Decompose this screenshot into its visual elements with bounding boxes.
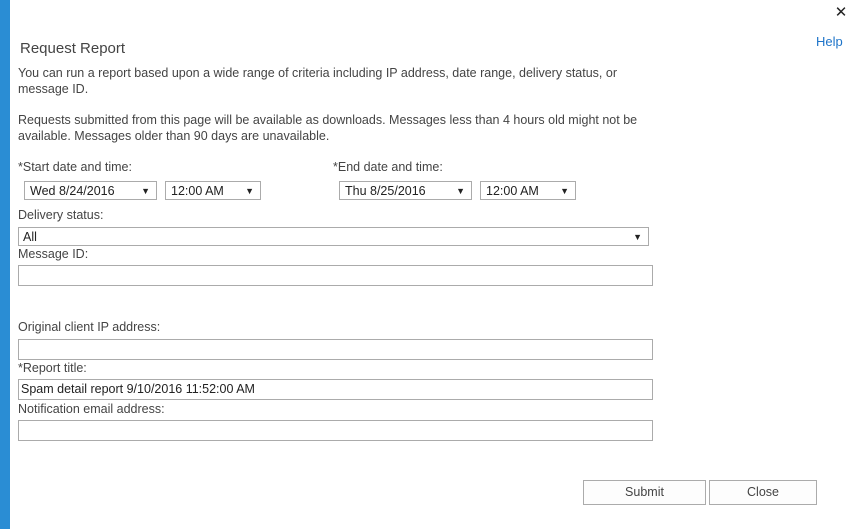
client-ip-label: Original client IP address:: [18, 320, 161, 334]
intro-text: You can run a report based upon a wide r…: [18, 66, 617, 96]
delivery-status-label: Delivery status:: [18, 208, 104, 222]
delivery-status-value: All: [23, 230, 37, 244]
notification-email-input[interactable]: [18, 420, 653, 441]
help-link[interactable]: Help: [816, 34, 843, 49]
chevron-down-icon: ▼: [456, 186, 465, 196]
page-title: Request Report: [20, 40, 126, 57]
close-icon[interactable]: ✕: [833, 4, 849, 22]
end-date-select[interactable]: Thu 8/25/2016 ▼: [339, 181, 472, 200]
chevron-down-icon: ▼: [560, 186, 569, 196]
start-time-select[interactable]: 12:00 AM ▼: [165, 181, 261, 200]
start-time-value: 12:00 AM: [171, 184, 224, 198]
delivery-status-select[interactable]: All ▼: [18, 227, 649, 246]
report-title-label: *Report title:: [18, 361, 87, 375]
close-button[interactable]: Close: [709, 480, 817, 505]
message-id-label: Message ID:: [18, 247, 89, 261]
start-date-value: Wed 8/24/2016: [30, 184, 115, 198]
chevron-down-icon: ▼: [141, 186, 150, 196]
end-time-select[interactable]: 12:00 AM ▼: [480, 181, 576, 200]
notification-email-label: Notification email address:: [18, 402, 165, 416]
report-title-input[interactable]: Spam detail report 9/10/2016 11:52:00 AM: [18, 379, 653, 400]
end-date-label: *End date and time:: [333, 160, 443, 174]
start-date-select[interactable]: Wed 8/24/2016 ▼: [24, 181, 157, 200]
chevron-down-icon: ▼: [245, 186, 254, 196]
left-accent-bar: [0, 0, 10, 529]
submit-button[interactable]: Submit: [583, 480, 706, 505]
chevron-down-icon: ▼: [633, 232, 642, 242]
availability-note: Requests submitted from this page will b…: [18, 113, 638, 143]
end-date-value: Thu 8/25/2016: [345, 184, 426, 198]
client-ip-input[interactable]: [18, 339, 653, 360]
message-id-input[interactable]: [18, 265, 653, 286]
end-time-value: 12:00 AM: [486, 184, 539, 198]
start-date-label: *Start date and time:: [18, 160, 132, 174]
